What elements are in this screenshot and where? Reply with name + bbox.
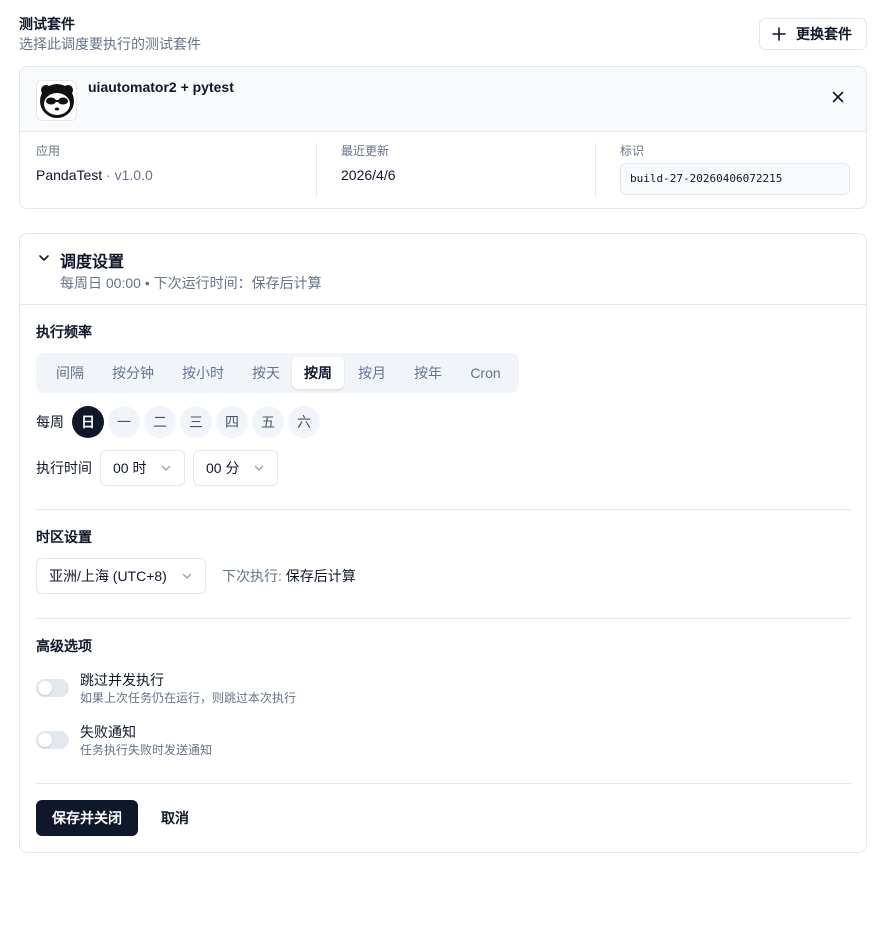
suite-card: uiautomator2 + pytest 应用 PandaTest · v1.… bbox=[19, 66, 867, 209]
skip-concurrent-desc: 如果上次任务仍在运行，则跳过本次执行 bbox=[80, 691, 297, 705]
tab-cron[interactable]: Cron bbox=[456, 357, 515, 389]
ident-value[interactable]: build-27-20260406072215 bbox=[620, 163, 850, 195]
day-friday[interactable]: 五 bbox=[252, 406, 284, 438]
skip-concurrent-text: 跳过并发执行 如果上次任务仍在运行，则跳过本次执行 bbox=[80, 670, 296, 706]
meta-ident: 标识 build-27-20260406072215 bbox=[595, 143, 850, 196]
next-run: 下次执行: 保存后计算 bbox=[222, 566, 356, 586]
app-name: PandaTest bbox=[36, 167, 103, 183]
next-run-value: 保存后计算 bbox=[285, 568, 356, 584]
divider bbox=[36, 618, 851, 619]
day-sunday[interactable]: 日 bbox=[72, 406, 104, 438]
day-tuesday[interactable]: 二 bbox=[144, 406, 176, 438]
meta-updated: 最近更新 2026/4/6 bbox=[316, 143, 396, 196]
suite-card-header: uiautomator2 + pytest bbox=[20, 67, 866, 132]
suite-name: uiautomator2 + pytest bbox=[88, 79, 234, 95]
skip-concurrent-toggle[interactable] bbox=[36, 679, 69, 697]
divider bbox=[36, 783, 851, 784]
divider bbox=[36, 509, 851, 510]
fail-notify-title: 失败通知 bbox=[80, 724, 136, 740]
panda-logo-icon bbox=[36, 80, 77, 121]
week-label: 每周 bbox=[36, 414, 64, 430]
chevron-down-icon bbox=[254, 465, 264, 471]
fail-notify-text: 失败通知 任务执行失败时发送通知 bbox=[80, 722, 212, 758]
save-and-close-button[interactable]: 保存并关闭 bbox=[36, 800, 138, 836]
fail-notify-option: 失败通知 任务执行失败时发送通知 bbox=[36, 722, 212, 758]
suite-section-title: 测试套件 bbox=[19, 16, 75, 32]
day-saturday[interactable]: 六 bbox=[288, 406, 320, 438]
cancel-button[interactable]: 取消 bbox=[150, 800, 200, 836]
tab-year[interactable]: 按年 bbox=[400, 357, 456, 389]
chevron-down-icon bbox=[161, 465, 171, 471]
skip-concurrent-option: 跳过并发执行 如果上次任务仍在运行，则跳过本次执行 bbox=[36, 670, 296, 706]
schedule-header[interactable]: 调度设置 每周日 00:00 • 下次运行时间：保存后计算 bbox=[20, 234, 866, 305]
meta-ident-label: 标识 bbox=[620, 144, 645, 158]
day-thursday[interactable]: 四 bbox=[216, 406, 248, 438]
tab-hour[interactable]: 按小时 bbox=[166, 357, 240, 389]
time-label: 执行时间 bbox=[36, 460, 92, 476]
frequency-label: 执行频率 bbox=[36, 324, 92, 340]
chevron-down-icon bbox=[182, 573, 192, 579]
timezone-value: 亚洲/上海 (UTC+8) bbox=[49, 568, 167, 584]
advanced-label: 高级选项 bbox=[36, 638, 92, 654]
change-suite-button[interactable]: 更换套件 bbox=[759, 18, 867, 50]
minute-select[interactable]: 00 分 bbox=[193, 450, 278, 486]
hour-select[interactable]: 00 时 bbox=[100, 450, 185, 486]
timezone-select[interactable]: 亚洲/上海 (UTC+8) bbox=[36, 558, 206, 594]
next-run-label: 下次执行: bbox=[222, 568, 286, 584]
tab-week[interactable]: 按周 bbox=[292, 357, 344, 389]
tab-day[interactable]: 按天 bbox=[240, 357, 292, 389]
weekday-row: 每周 日 一 二 三 四 五 六 bbox=[36, 406, 324, 438]
app-version: · v1.0.0 bbox=[102, 167, 153, 183]
schedule-card: 调度设置 每周日 00:00 • 下次运行时间：保存后计算 执行频率 间隔 按分… bbox=[19, 233, 867, 853]
frequency-tabs: 间隔 按分钟 按小时 按天 按周 按月 按年 Cron bbox=[36, 353, 519, 393]
meta-updated-label: 最近更新 bbox=[341, 144, 390, 158]
meta-app: 应用 PandaTest · v1.0.0 bbox=[36, 143, 153, 196]
suite-meta-row: 应用 PandaTest · v1.0.0 最近更新 2026/4/6 标识 b… bbox=[20, 143, 866, 203]
hour-value: 00 时 bbox=[113, 460, 147, 476]
day-wednesday[interactable]: 三 bbox=[180, 406, 212, 438]
tab-interval[interactable]: 间隔 bbox=[40, 357, 100, 389]
fail-notify-toggle[interactable] bbox=[36, 731, 69, 749]
minute-value: 00 分 bbox=[206, 460, 240, 476]
close-icon[interactable] bbox=[828, 87, 848, 107]
change-suite-label: 更换套件 bbox=[796, 26, 852, 42]
plus-icon bbox=[772, 27, 786, 41]
tab-month[interactable]: 按月 bbox=[344, 357, 400, 389]
suite-header: 测试套件 选择此调度要执行的测试套件 bbox=[19, 14, 201, 54]
chevron-down-icon[interactable] bbox=[37, 251, 51, 265]
time-row: 执行时间 00 时 00 分 bbox=[36, 450, 278, 486]
schedule-title: 调度设置 bbox=[60, 254, 125, 271]
schedule-summary: 每周日 00:00 • 下次运行时间：保存后计算 bbox=[60, 275, 322, 291]
timezone-row: 亚洲/上海 (UTC+8) 下次执行: 保存后计算 bbox=[36, 558, 356, 594]
meta-app-label: 应用 bbox=[36, 144, 61, 158]
suite-section-subtitle: 选择此调度要执行的测试套件 bbox=[19, 36, 201, 52]
tab-minute[interactable]: 按分钟 bbox=[100, 357, 166, 389]
meta-updated-value: 2026/4/6 bbox=[341, 167, 396, 183]
meta-app-value: PandaTest · v1.0.0 bbox=[36, 165, 153, 185]
fail-notify-desc: 任务执行失败时发送通知 bbox=[80, 743, 213, 757]
timezone-label: 时区设置 bbox=[36, 529, 92, 545]
skip-concurrent-title: 跳过并发执行 bbox=[80, 672, 164, 688]
day-monday[interactable]: 一 bbox=[108, 406, 140, 438]
